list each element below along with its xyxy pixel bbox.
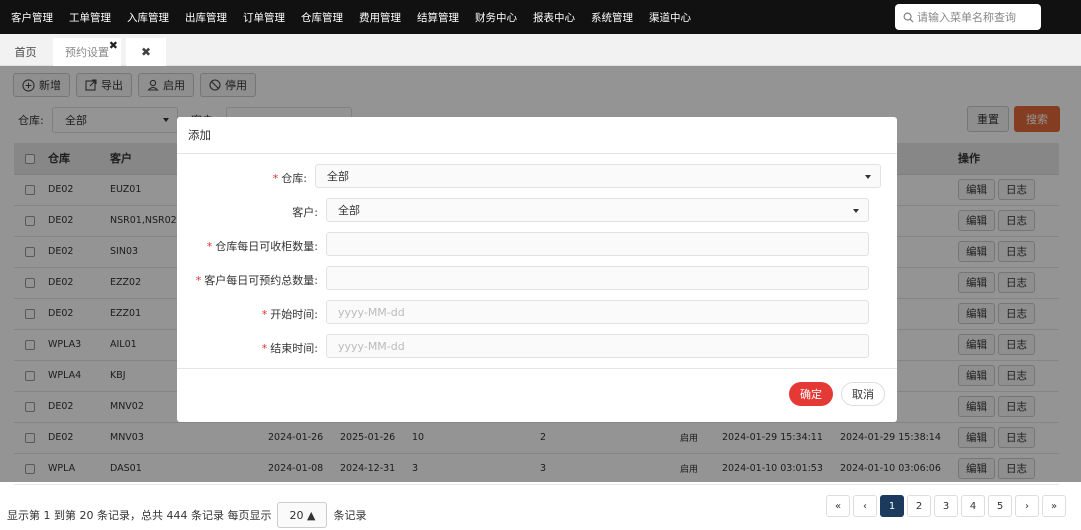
cancel-button[interactable]: 取消 — [841, 382, 885, 406]
page-size-select[interactable]: 20 ▲ — [277, 502, 328, 528]
menu-channel[interactable]: 渠道中心 — [641, 10, 699, 25]
confirm-button[interactable]: 确定 — [789, 382, 833, 406]
required-mark: * — [272, 172, 279, 185]
customer-label-text: 客户: — [292, 206, 318, 219]
start-date-input[interactable]: yyyy-MM-dd — [326, 300, 869, 324]
menu-settlement[interactable]: 结算管理 — [409, 10, 467, 25]
required-mark: * — [261, 308, 268, 321]
customer-select[interactable]: 全部 — [326, 198, 869, 222]
warehouse-daily-capacity-label: * 仓库每日可收柜数量: — [207, 238, 318, 254]
menu-inbound[interactable]: 入库管理 — [119, 10, 177, 25]
top-navbar: 客户管理 工单管理 入库管理 出库管理 订单管理 仓库管理 费用管理 结算管理 … — [0, 0, 1081, 34]
search-icon — [903, 12, 914, 22]
warehouse-select[interactable]: 全部 — [315, 164, 881, 188]
close-all-tabs-icon[interactable]: ✖ — [126, 38, 166, 66]
menu-workorder[interactable]: 工单管理 — [61, 10, 119, 25]
page-button[interactable]: 1 — [880, 495, 904, 517]
top-menu: 客户管理 工单管理 入库管理 出库管理 订单管理 仓库管理 费用管理 结算管理 … — [0, 0, 699, 34]
page-button[interactable]: ‹ — [853, 495, 877, 517]
customer-daily-total-input[interactable] — [326, 266, 869, 290]
menu-report[interactable]: 报表中心 — [525, 10, 583, 25]
tab-booking-settings[interactable]: 预约设置 ✖ — [53, 38, 121, 66]
page-button[interactable]: 5 — [988, 495, 1012, 517]
form-row-warehouse: * 仓库: 全部 — [177, 164, 897, 188]
page-button[interactable]: 3 — [934, 495, 958, 517]
tab-booking-label: 预约设置 — [65, 46, 109, 59]
start-date-label: * 开始时间: — [262, 306, 318, 322]
caret-down-icon — [865, 175, 871, 179]
customer-value: 全部 — [338, 204, 360, 217]
page-button[interactable]: 4 — [961, 495, 985, 517]
search-placeholder: 请输入菜单名称查询 — [917, 11, 1016, 24]
form-row-customer-daily-total: * 客户每日可预约总数量: — [177, 266, 897, 290]
page-button[interactable]: « — [826, 495, 850, 517]
close-tab-icon[interactable]: ✖ — [109, 39, 118, 52]
menu-fee[interactable]: 费用管理 — [351, 10, 409, 25]
required-mark: * — [195, 274, 202, 287]
warehouse-daily-capacity-label-text: 仓库每日可收柜数量: — [215, 240, 318, 253]
dialog-footer-divider — [177, 368, 897, 369]
menu-order[interactable]: 订单管理 — [235, 10, 293, 25]
menu-customer[interactable]: 客户管理 — [3, 10, 61, 25]
menu-warehouse[interactable]: 仓库管理 — [293, 10, 351, 25]
customer-label: 客户: — [292, 204, 318, 220]
menu-search-input[interactable]: 请输入菜单名称查询 — [895, 4, 1041, 30]
menu-outbound[interactable]: 出库管理 — [177, 10, 235, 25]
pagination-text: 显示第 1 到第 20 条记录，总共 444 条记录 每页显示 — [7, 509, 272, 522]
form-row-warehouse-daily-capacity: * 仓库每日可收柜数量: — [177, 232, 897, 256]
form-row-end-date: * 结束时间: yyyy-MM-dd — [177, 334, 897, 358]
end-date-label-text: 结束时间: — [270, 342, 318, 355]
pagination-info: 显示第 1 到第 20 条记录，总共 444 条记录 每页显示 20 ▲ 条记录 — [7, 502, 366, 528]
menu-system[interactable]: 系统管理 — [583, 10, 641, 25]
start-date-label-text: 开始时间: — [270, 308, 318, 321]
end-date-value: yyyy-MM-dd — [338, 339, 405, 353]
tab-bar: 首页 预约设置 ✖ ✖ — [0, 34, 1081, 66]
pagination-suffix: 条记录 — [333, 509, 367, 522]
warehouse-value: 全部 — [327, 170, 349, 183]
pagination: «‹ 1 2 3 4 5 ›» — [826, 495, 1066, 517]
tab-home-label: 首页 — [14, 46, 37, 59]
add-dialog: 添加 * 仓库: 全部 客户: 全部 * 仓库每日可收柜数量: * 客户每日可预约总数量: * 开始… — [177, 117, 897, 422]
warehouse-daily-capacity-input[interactable] — [326, 232, 869, 256]
end-date-label: * 结束时间: — [262, 340, 318, 356]
form-row-start-date: * 开始时间: yyyy-MM-dd — [177, 300, 897, 324]
dialog-title: 添加 — [177, 117, 897, 154]
caret-down-icon — [853, 209, 859, 213]
menu-finance[interactable]: 财务中心 — [467, 10, 525, 25]
form-row-customer: 客户: 全部 — [177, 198, 897, 222]
warehouse-label: * 仓库: — [273, 170, 307, 186]
tab-home[interactable]: 首页 — [0, 38, 51, 66]
required-mark: * — [261, 342, 268, 355]
warehouse-label-text: 仓库: — [281, 172, 307, 185]
page-button[interactable]: » — [1042, 495, 1066, 517]
page-button[interactable]: 2 — [907, 495, 931, 517]
end-date-input[interactable]: yyyy-MM-dd — [326, 334, 869, 358]
customer-daily-total-label-text: 客户每日可预约总数量: — [204, 274, 318, 287]
page-button[interactable]: › — [1015, 495, 1039, 517]
start-date-value: yyyy-MM-dd — [338, 305, 405, 319]
required-mark: * — [206, 240, 213, 253]
customer-daily-total-label: * 客户每日可预约总数量: — [196, 272, 318, 288]
